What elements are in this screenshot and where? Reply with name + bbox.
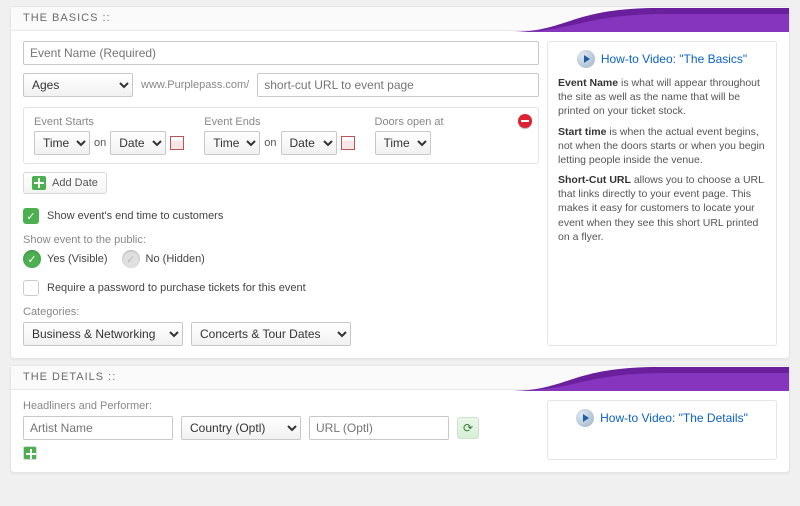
require-password-checkbox[interactable] (23, 280, 39, 296)
event-starts-label: Event Starts (34, 116, 184, 128)
visibility-no-radio[interactable] (122, 250, 140, 268)
category-1-select[interactable]: Business & Networking (23, 322, 183, 346)
help-eventname-term: Event Name (558, 77, 618, 89)
panel-basics: THE BASICS :: Ages www.Purplepass.com/ (10, 6, 790, 359)
start-time-select[interactable]: Time (34, 131, 90, 155)
add-date-label: Add Date (52, 177, 98, 189)
category-2-select[interactable]: Concerts & Tour Dates (191, 322, 351, 346)
end-date-select[interactable]: Date (281, 131, 337, 155)
artist-name-input[interactable] (23, 416, 173, 440)
details-help-box: How-to Video: "The Details" (547, 400, 777, 460)
add-performer-button[interactable] (23, 446, 37, 460)
show-end-time-checkbox[interactable] (23, 208, 39, 224)
event-ends-label: Event Ends (204, 116, 354, 128)
panel-details: THE DETAILS :: Headliners and Performer:… (10, 365, 790, 473)
on-word-1: on (94, 137, 106, 149)
visibility-no-label: No (Hidden) (146, 253, 205, 265)
country-select[interactable]: Country (Optl) (181, 416, 301, 440)
play-icon (577, 50, 595, 68)
remove-date-icon[interactable] (518, 114, 532, 128)
howto-basics-link[interactable]: How-to Video: "The Basics" (601, 51, 747, 67)
calendar-icon[interactable] (170, 136, 184, 150)
categories-label: Categories: (23, 306, 539, 318)
plus-icon (32, 176, 46, 190)
shortcut-url-input[interactable] (257, 73, 539, 97)
header-swoosh (509, 6, 789, 32)
panel-basics-header: THE BASICS :: (11, 7, 789, 31)
panel-basics-title: THE BASICS :: (23, 12, 111, 24)
visibility-yes-radio[interactable] (23, 250, 41, 268)
basics-help-box: How-to Video: "The Basics" Event Name is… (547, 41, 777, 346)
calendar-icon[interactable] (341, 136, 355, 150)
panel-details-header: THE DETAILS :: (11, 366, 789, 390)
doors-time-select[interactable]: Time (375, 131, 431, 155)
on-word-2: on (264, 137, 276, 149)
end-time-select[interactable]: Time (204, 131, 260, 155)
date-time-box: Event Starts Time on Date (23, 107, 539, 164)
require-password-label: Require a password to purchase tickets f… (47, 282, 306, 294)
help-starttime-term: Start time (558, 126, 606, 138)
howto-details-link[interactable]: How-to Video: "The Details" (600, 410, 748, 426)
doors-open-label: Doors open at (375, 116, 444, 128)
show-end-time-label: Show event's end time to customers (47, 210, 223, 222)
headliners-label: Headliners and Performer: (23, 400, 539, 412)
show-public-label: Show event to the public: (23, 234, 539, 246)
url-prefix-label: www.Purplepass.com/ (141, 79, 249, 91)
refresh-icon[interactable]: ⟳ (457, 417, 479, 439)
panel-details-title: THE DETAILS :: (23, 371, 116, 383)
ages-select[interactable]: Ages (23, 73, 133, 97)
event-name-input[interactable] (23, 41, 539, 65)
header-swoosh (509, 365, 789, 391)
start-date-select[interactable]: Date (110, 131, 166, 155)
performer-url-input[interactable] (309, 416, 449, 440)
help-shortcut-term: Short-Cut URL (558, 174, 631, 186)
visibility-yes-label: Yes (Visible) (47, 253, 108, 265)
add-date-button[interactable]: Add Date (23, 172, 107, 194)
play-icon (576, 409, 594, 427)
